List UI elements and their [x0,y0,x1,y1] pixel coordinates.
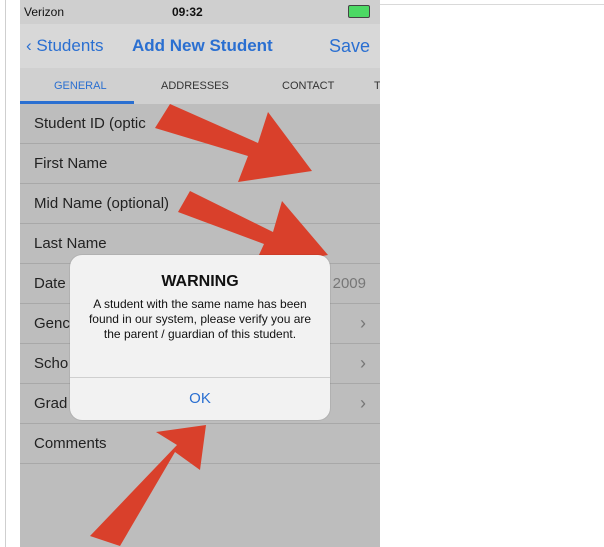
navigation-bar: ‹ Students Add New Student Save [20,24,380,68]
top-frame-line [380,4,604,5]
chevron-right-icon: › [360,353,366,373]
first-name-label: First Name [34,155,108,172]
date-label: Date [34,275,66,292]
student-id-label: Student ID (optic [34,115,146,132]
left-frame-line [5,0,6,547]
tab-general[interactable]: GENERAL [54,80,107,92]
date-value: 2009 [332,275,366,292]
tab-contact[interactable]: CONTACT [282,80,334,92]
first-name-row[interactable]: First Name [20,144,380,184]
mid-name-row[interactable]: Mid Name (optional) [20,184,380,224]
chevron-left-icon: ‹ [26,36,32,55]
save-button[interactable]: Save [329,36,370,57]
student-id-row[interactable]: Student ID (optic [20,104,380,144]
carrier-label: Verizon [24,5,65,19]
battery-icon [348,5,370,18]
back-button[interactable]: ‹ Students [26,36,104,56]
chevron-right-icon: › [360,393,366,413]
status-time: 09:32 [172,5,203,19]
gender-label: Genc [34,315,70,332]
page-title: Add New Student [132,36,273,55]
warning-title: WARNING [161,273,239,290]
chevron-right-icon: › [360,313,366,333]
tab-bar: GENERAL ADDRESSES CONTACT T [20,68,380,104]
back-label: Students [36,36,104,55]
ok-button[interactable]: OK [70,390,330,407]
tab-addresses[interactable]: ADDRESSES [161,80,229,92]
mid-name-label: Mid Name (optional) [34,195,170,212]
grade-label: Grad [34,395,68,412]
dialog-divider [70,377,330,378]
warning-message: A student with the same name has been fo… [88,297,312,341]
status-bar: Verizon 09:32 [20,0,380,24]
warning-dialog: WARNING A student with the same name has… [70,255,330,420]
last-name-label: Last Name [34,235,107,252]
comments-row[interactable]: Comments [20,424,380,464]
comments-label: Comments [34,435,107,452]
tab-next-truncated[interactable]: T [374,80,380,92]
school-label: Scho [34,355,69,372]
phone-screen: Verizon 09:32 ‹ Students Add New Student… [20,0,380,547]
